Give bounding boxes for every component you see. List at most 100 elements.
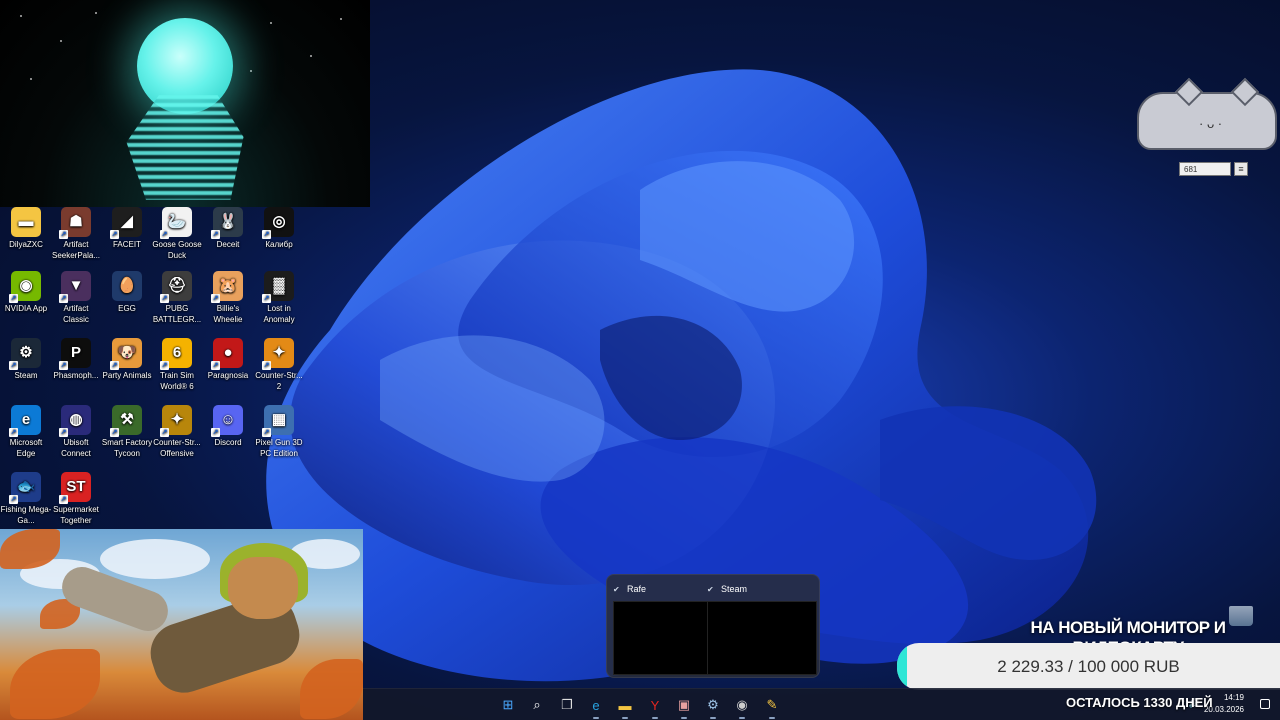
shortcut-arrow-icon: ↗ xyxy=(262,361,271,370)
desktop-icon[interactable]: ⛑ ↗ PUBG BATTLEGR... xyxy=(151,271,203,325)
smart-factory-tycoon-icon: ⚒ ↗ xyxy=(110,405,142,437)
shortcut-arrow-icon: ↗ xyxy=(9,294,18,303)
steam-taskbar-button[interactable]: ⚙ xyxy=(701,693,725,719)
desktop-icon[interactable]: ◎ ↗ Калибр xyxy=(253,207,305,251)
billies-wheelie-icon: 🐹 ↗ xyxy=(211,271,243,303)
desktop-icon[interactable]: ▼ ↗ Artifact Classic xyxy=(50,271,102,325)
photos-button[interactable]: ▣ xyxy=(672,693,696,719)
fishing-mega-game-icon: 🐟 ↗ xyxy=(9,472,41,504)
thumbnail-steam[interactable]: ✔ Steam xyxy=(707,581,817,675)
desktop-icon[interactable]: 🐰 ↗ Deceit xyxy=(202,207,254,251)
yandex-browser-button[interactable]: Y xyxy=(643,693,667,719)
donation-amount: 2 229.33 / 100 000 RUB xyxy=(997,657,1180,676)
desktop-icon[interactable]: ✦ ↗ Counter-Str... 2 xyxy=(253,338,305,392)
egg-icon: 🥚 xyxy=(112,271,142,301)
desktop-icon[interactable]: 6 ↗ Train Sim World® 6 xyxy=(151,338,203,392)
desktop-icon-label: DilyaZXC xyxy=(9,240,43,249)
desktop-icon[interactable]: ▦ ↗ Pixel Gun 3D PC Edition xyxy=(253,405,305,459)
desktop-icon-label: PUBG BATTLEGR... xyxy=(152,304,202,324)
thumbnail-title: Steam xyxy=(721,584,748,594)
desktop-icon[interactable]: ◉ ↗ NVIDIA App xyxy=(0,271,52,315)
faceit-icon: ◢ ↗ xyxy=(110,207,142,239)
shortcut-arrow-icon: ↗ xyxy=(110,230,119,239)
desktop-icon[interactable]: ✦ ↗ Counter-Str... Offensive xyxy=(151,405,203,459)
shortcut-arrow-icon: ↗ xyxy=(59,428,68,437)
desktop-icon-label: Ubisoft Connect xyxy=(61,438,91,458)
desktop-icon-label: Counter-Str... Offensive xyxy=(153,438,201,458)
desktop-icon[interactable]: ▬ DilyaZXC xyxy=(0,207,52,251)
notification-icon[interactable] xyxy=(1260,699,1270,709)
edge-taskbar-button[interactable]: e xyxy=(584,693,608,719)
hamburger-icon[interactable]: ≡ xyxy=(1234,162,1248,176)
desktop-icon[interactable]: ◍ ↗ Ubisoft Connect xyxy=(50,405,102,459)
shortcut-arrow-icon: ↗ xyxy=(59,294,68,303)
desktop-icon[interactable]: 🐶 ↗ Party Animals xyxy=(101,338,153,382)
desktop-icon-label: Pixel Gun 3D PC Edition xyxy=(255,438,303,458)
steam-icon: ⚙ ↗ xyxy=(9,338,41,370)
shortcut-arrow-icon: ↗ xyxy=(262,428,271,437)
app-taskbar-button[interactable]: ✎ xyxy=(760,693,784,719)
desktop-icon[interactable]: ▓ ↗ Lost in Anomaly xyxy=(253,271,305,325)
party-animals-icon: 🐶 ↗ xyxy=(110,338,142,370)
thumbnail-title: Rafe xyxy=(627,584,647,594)
donation-days-left: ОСТАЛОСЬ 1330 ДНЕЙ xyxy=(1066,695,1213,710)
search-button[interactable]: ⌕ xyxy=(525,693,549,717)
desktop-icon[interactable]: ⚙ ↗ Steam xyxy=(0,338,52,382)
desktop-icon-label: Counter-Str... 2 xyxy=(255,371,303,391)
taskbar-thumbnail-preview: ✔ Rafe ✔ Steam xyxy=(606,574,820,678)
cat-counter-widget[interactable]: · ᴗ · 681 ≡ xyxy=(1133,77,1280,180)
rafe-app-icon: ✔ xyxy=(613,584,620,594)
game-art-overlay xyxy=(0,529,363,720)
nvidia-app-icon: ◉ ↗ xyxy=(9,271,41,303)
thumbnail-screen xyxy=(613,601,709,675)
start-button[interactable]: ⊞ xyxy=(496,693,520,717)
desktop-icon[interactable]: 🥚 EGG xyxy=(101,271,153,315)
desktop-icon[interactable]: 🐟 ↗ Fishing Mega-Ga... xyxy=(0,472,52,526)
donation-progress-bar: 2 229.33 / 100 000 RUB xyxy=(897,643,1280,690)
desktop-icon-label: Train Sim World® 6 xyxy=(160,371,194,391)
desktop-icon-label: Party Animals xyxy=(102,371,152,380)
desktop-icon-label: NVIDIA App xyxy=(4,304,48,313)
running-indicator xyxy=(652,717,658,719)
shortcut-arrow-icon: ↗ xyxy=(262,294,271,303)
desktop-icon[interactable]: P ↗ Phasmoph... xyxy=(50,338,102,382)
shortcut-arrow-icon: ↗ xyxy=(59,361,68,370)
desktop-icon[interactable]: ◢ ↗ FACEIT xyxy=(101,207,153,251)
goose-goose-duck-icon: 🦢 ↗ xyxy=(160,207,192,239)
shortcut-arrow-icon: ↗ xyxy=(211,428,220,437)
shortcut-arrow-icon: ↗ xyxy=(160,428,169,437)
thumbnail-rafe[interactable]: ✔ Rafe xyxy=(613,581,709,675)
desktop-icon-label: EGG xyxy=(118,304,136,313)
train-sim-world-icon: 6 ↗ xyxy=(160,338,192,370)
shortcut-arrow-icon: ↗ xyxy=(59,495,68,504)
shortcut-arrow-icon: ↗ xyxy=(211,230,220,239)
desktop-icon-label: Supermarket Together xyxy=(53,505,99,525)
artifact-classic-icon: ▼ ↗ xyxy=(59,271,91,303)
file-explorer-button[interactable]: ▬ xyxy=(613,693,637,719)
desktop-icon[interactable]: ☗ ↗ Artifact SeekerPala... xyxy=(50,207,102,261)
shortcut-arrow-icon: ↗ xyxy=(211,294,220,303)
desktop-icon[interactable]: e ↗ Microsoft Edge xyxy=(0,405,52,459)
desktop-icon[interactable]: ● ↗ Paragnosia xyxy=(202,338,254,382)
desktop-icon-label: Goose Goose Duck xyxy=(152,240,202,260)
microsoft-edge-icon: e ↗ xyxy=(9,405,41,437)
counter-strike-offensive-icon: ✦ ↗ xyxy=(160,405,192,437)
pubg-icon: ⛑ ↗ xyxy=(160,271,192,303)
paragnosia-icon: ● ↗ xyxy=(211,338,243,370)
shortcut-arrow-icon: ↗ xyxy=(59,230,68,239)
desktop-icon[interactable]: ⚒ ↗ Smart Factory Tycoon xyxy=(101,405,153,459)
kalibr-icon: ◎ ↗ xyxy=(262,207,294,239)
desktop-icon[interactable]: 🦢 ↗ Goose Goose Duck xyxy=(151,207,203,261)
cat-widget-image: · ᴗ · xyxy=(1137,77,1277,150)
artifact-seeker-icon: ☗ ↗ xyxy=(59,207,91,239)
obs-taskbar-button[interactable]: ◉ xyxy=(730,693,754,719)
shortcut-arrow-icon: ↗ xyxy=(211,361,220,370)
desktop-icon[interactable]: ST ↗ Supermarket Together xyxy=(50,472,102,526)
desktop-icon[interactable]: ☺ ↗ Discord xyxy=(202,405,254,449)
fox-character xyxy=(228,557,298,619)
desktop-icon[interactable]: 🐹 ↗ Billie's Wheelie xyxy=(202,271,254,325)
task-view-button[interactable]: ❐ xyxy=(555,693,579,717)
desktop-icon-label: Discord xyxy=(214,438,242,447)
moon-reflection xyxy=(126,95,244,200)
discord-icon: ☺ ↗ xyxy=(211,405,243,437)
